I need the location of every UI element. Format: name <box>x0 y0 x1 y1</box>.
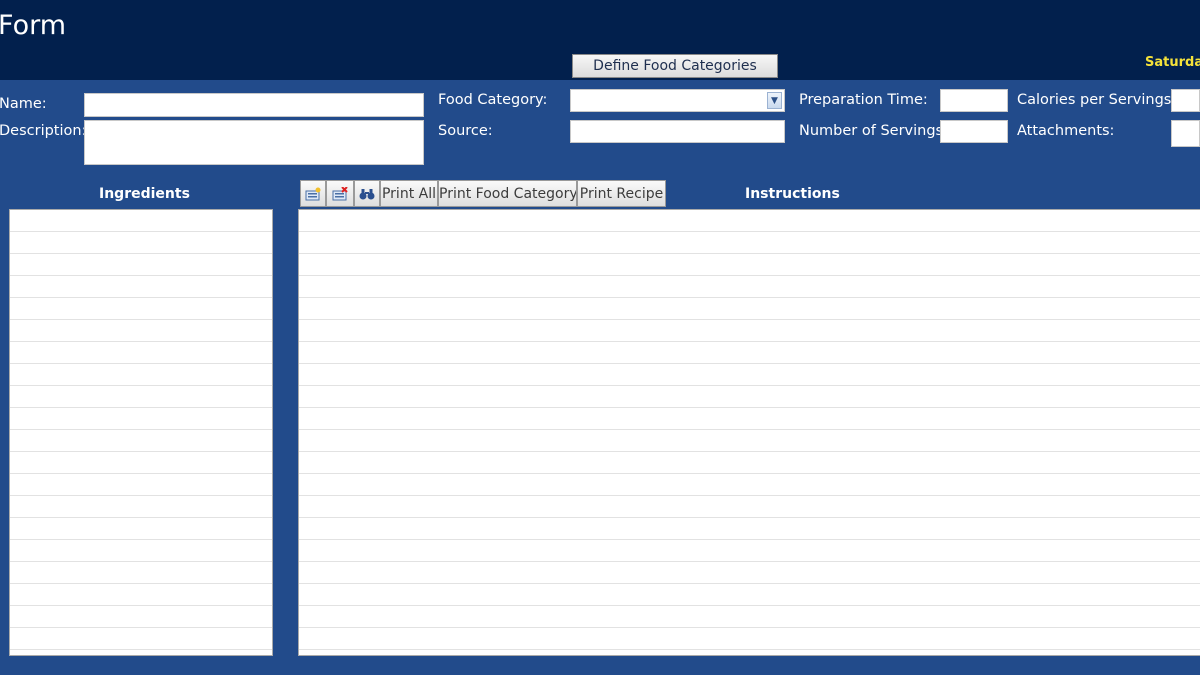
new-record-icon <box>305 187 321 200</box>
description-textarea[interactable] <box>84 120 424 165</box>
list-row[interactable] <box>299 210 1200 232</box>
list-row[interactable] <box>10 232 272 254</box>
list-row[interactable] <box>299 562 1200 584</box>
preparation-time-input[interactable] <box>940 89 1008 112</box>
instructions-heading: Instructions <box>745 186 840 202</box>
list-row[interactable] <box>299 298 1200 320</box>
food-category-select[interactable]: ▼ <box>570 89 785 112</box>
number-of-servings-label: Number of Servings: <box>799 123 948 139</box>
list-row[interactable] <box>10 254 272 276</box>
ingredients-list[interactable] <box>9 209 273 656</box>
list-row[interactable] <box>10 320 272 342</box>
number-of-servings-input[interactable] <box>940 120 1008 143</box>
list-row[interactable] <box>299 474 1200 496</box>
list-row[interactable] <box>299 606 1200 628</box>
name-input[interactable] <box>84 93 424 117</box>
print-all-button[interactable]: Print All <box>380 180 438 207</box>
form-title: Form <box>0 10 67 41</box>
list-row[interactable] <box>10 584 272 606</box>
list-row[interactable] <box>299 232 1200 254</box>
list-row[interactable] <box>299 408 1200 430</box>
list-row[interactable] <box>299 364 1200 386</box>
delete-record-icon <box>332 186 348 200</box>
calories-per-servings-input[interactable] <box>1171 89 1200 112</box>
list-row[interactable] <box>10 408 272 430</box>
list-row[interactable] <box>299 496 1200 518</box>
list-row[interactable] <box>10 628 272 650</box>
list-row[interactable] <box>299 584 1200 606</box>
ingredients-heading: Ingredients <box>99 186 190 202</box>
attachments-field[interactable] <box>1171 120 1200 147</box>
print-recipe-button[interactable]: Print Recipe <box>577 180 666 207</box>
list-row[interactable] <box>299 452 1200 474</box>
list-row[interactable] <box>10 518 272 540</box>
delete-record-button[interactable] <box>326 180 354 207</box>
description-label: Description: <box>0 123 87 139</box>
list-row[interactable] <box>299 320 1200 342</box>
food-category-label: Food Category: <box>438 92 548 108</box>
list-row[interactable] <box>10 210 272 232</box>
list-row[interactable] <box>10 606 272 628</box>
list-row[interactable] <box>10 430 272 452</box>
list-row[interactable] <box>299 276 1200 298</box>
define-food-categories-button[interactable]: Define Food Categories <box>572 54 778 78</box>
list-row[interactable] <box>10 364 272 386</box>
header-bar: Form Define Food Categories Saturday <box>0 0 1200 80</box>
list-row[interactable] <box>299 342 1200 364</box>
list-row[interactable] <box>299 254 1200 276</box>
preparation-time-label: Preparation Time: <box>799 92 928 108</box>
source-input[interactable] <box>570 120 785 143</box>
print-food-category-button[interactable]: Print Food Category <box>438 180 577 207</box>
list-row[interactable] <box>10 540 272 562</box>
name-label: Name: <box>0 96 47 112</box>
find-record-button[interactable] <box>354 180 380 207</box>
date-label: Saturday <box>1145 55 1200 70</box>
list-row[interactable] <box>10 474 272 496</box>
list-row[interactable] <box>299 540 1200 562</box>
list-row[interactable] <box>10 386 272 408</box>
instructions-list[interactable] <box>298 209 1200 656</box>
new-record-button[interactable] <box>300 180 326 207</box>
attachments-label: Attachments: <box>1017 123 1115 139</box>
chevron-down-icon[interactable]: ▼ <box>767 92 782 109</box>
list-row[interactable] <box>10 298 272 320</box>
list-row[interactable] <box>299 628 1200 650</box>
binoculars-icon <box>359 188 375 199</box>
list-row[interactable] <box>10 562 272 584</box>
list-row[interactable] <box>10 276 272 298</box>
list-row[interactable] <box>299 386 1200 408</box>
list-row[interactable] <box>10 496 272 518</box>
list-row[interactable] <box>299 430 1200 452</box>
source-label: Source: <box>438 123 493 139</box>
calories-per-servings-label: Calories per Servings: <box>1017 92 1177 108</box>
list-row[interactable] <box>10 342 272 364</box>
list-row[interactable] <box>299 518 1200 540</box>
list-row[interactable] <box>10 452 272 474</box>
